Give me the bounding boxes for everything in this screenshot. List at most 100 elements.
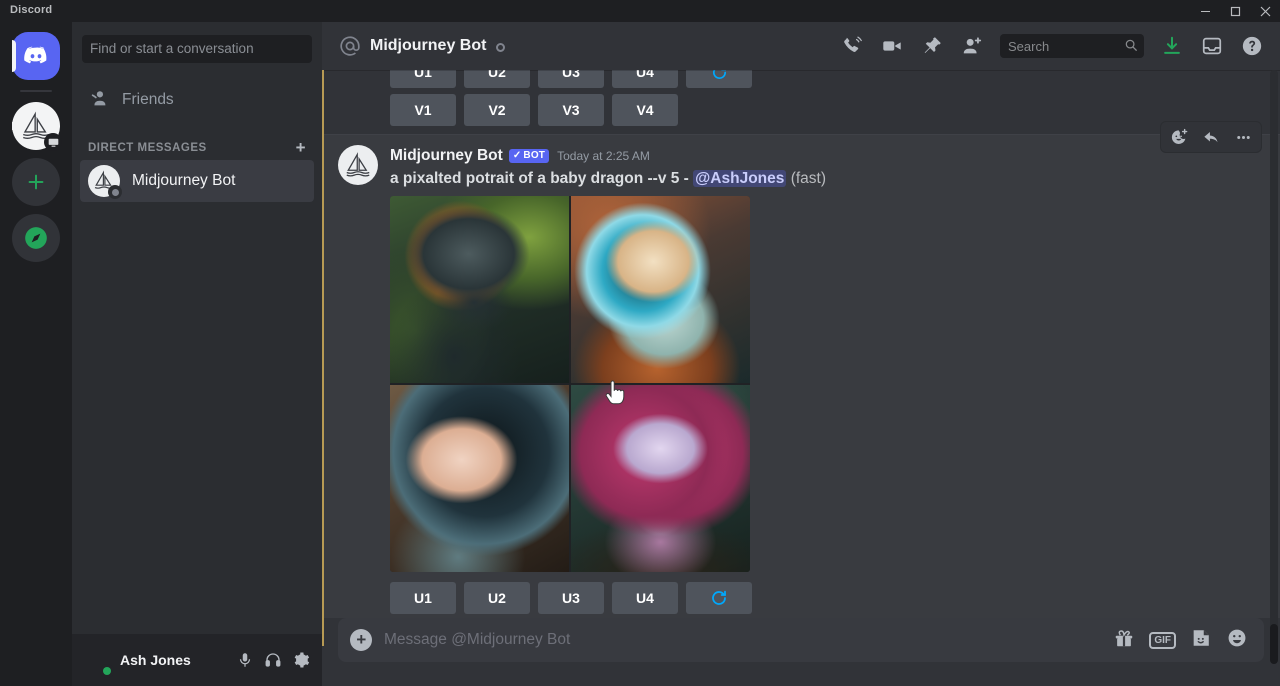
user-panel: Ash Jones [72, 634, 322, 686]
reply-arrow-icon[interactable] [1195, 123, 1227, 151]
plus-icon [12, 158, 60, 206]
upscale-u4-button[interactable]: U4 [612, 70, 678, 88]
status-badge [108, 185, 122, 199]
explore-servers-button[interactable] [12, 214, 60, 262]
refresh-icon [710, 589, 728, 607]
upscale-u1-button[interactable]: U1 [390, 581, 456, 614]
message-author[interactable]: Midjourney Bot [390, 147, 503, 166]
message-timestamp: Today at 2:25 AM [557, 149, 650, 164]
sidebar-item-label: Friends [122, 91, 174, 108]
bot-badge: ✓ BOT [508, 149, 550, 164]
message-scrollbar-thumb[interactable] [1270, 624, 1278, 664]
discord-window: Discord Find or start a conversation Fri… [0, 0, 1280, 686]
app-title: Discord [10, 4, 53, 16]
sidebar-item-label: Midjourney Bot [132, 172, 236, 189]
maximize-icon[interactable] [1220, 0, 1250, 22]
reroll-button[interactable] [686, 581, 752, 614]
previous-message-buttons: U1 U2 U3 U4 V1 V2 V3 V4 [322, 70, 1280, 134]
chat-area: Midjourney Bot Search U1 U2 U3 U4 V1 V2 … [322, 22, 1280, 686]
sidebar-item-midjourney[interactable] [12, 102, 62, 151]
current-username: Ash Jones [120, 652, 191, 668]
variation-v1-button[interactable]: V1 [390, 94, 456, 126]
upscale-button-row: U1 U2 U3 U4 [390, 581, 1264, 614]
gift-icon[interactable] [1113, 627, 1135, 654]
create-dm-button[interactable]: + [296, 139, 306, 156]
dragon-image-3[interactable] [390, 384, 569, 572]
variation-v4-button[interactable]: V4 [612, 94, 678, 126]
variation-v3-button[interactable]: V3 [538, 94, 604, 126]
composer-box[interactable]: + Message @Midjourney Bot GIF [338, 618, 1264, 662]
video-camera-icon[interactable] [872, 26, 912, 66]
avatar[interactable] [80, 644, 114, 678]
refresh-icon [711, 70, 728, 81]
composer-icons: GIF [1113, 627, 1248, 654]
headphones-icon[interactable] [260, 647, 286, 673]
message-composer: + Message @Midjourney Bot GIF [322, 618, 1280, 686]
reroll-button[interactable] [686, 70, 752, 88]
sidebar-item-midjourney-bot[interactable]: Midjourney Bot [80, 160, 314, 202]
window-controls [1190, 0, 1280, 22]
sidebar-item-home[interactable] [12, 32, 60, 80]
mouse-cursor [604, 380, 626, 411]
dm-list: Friends DIRECT MESSAGES + Midjourney Bot [72, 75, 322, 634]
user-mention[interactable]: @AshJones [693, 169, 787, 187]
search-input[interactable]: Find or start a conversation [82, 34, 312, 63]
message-content: a pixalted potrait of a baby dragon --v … [390, 169, 1264, 188]
sticker-icon[interactable] [1190, 627, 1212, 654]
variation-v2-button[interactable]: V2 [464, 94, 530, 126]
image-grid[interactable] [390, 195, 750, 572]
gear-icon[interactable] [288, 647, 314, 673]
online-status-badge [100, 664, 114, 678]
chat-header: Midjourney Bot Search [322, 22, 1280, 70]
message-list: U1 U2 U3 U4 V1 V2 V3 V4 Midjourney Bot ✓… [322, 70, 1280, 618]
page-title: Midjourney Bot [370, 37, 487, 54]
message-scrollbar-track[interactable] [1270, 70, 1278, 640]
upscale-u4-button[interactable]: U4 [612, 581, 678, 614]
title-bar: Discord [0, 0, 1280, 22]
upscale-u3-button[interactable]: U3 [538, 581, 604, 614]
server-rail [0, 22, 72, 686]
server-activity-badge [44, 133, 62, 151]
upscale-u2-button[interactable]: U2 [464, 581, 530, 614]
upscale-u3-button[interactable]: U3 [538, 70, 604, 88]
add-person-icon[interactable] [952, 26, 992, 66]
message-input[interactable]: Message @Midjourney Bot [384, 631, 1113, 649]
verified-check-icon: ✓ [512, 150, 522, 162]
window-edge-highlight [322, 70, 324, 646]
avatar[interactable] [338, 145, 378, 185]
sidebar-item-friends[interactable]: Friends [80, 79, 314, 121]
dragon-image-4[interactable] [571, 384, 750, 572]
dragon-image-2[interactable] [571, 195, 750, 383]
microphone-icon[interactable] [232, 647, 258, 673]
plus-circle-icon[interactable]: + [338, 618, 384, 662]
add-server-button[interactable] [12, 158, 60, 206]
compass-icon [12, 214, 60, 262]
download-icon[interactable] [1152, 26, 1192, 66]
generation-mode: (fast) [790, 169, 826, 187]
chat-header-tools: Search [832, 26, 1272, 66]
user-panel-controls [232, 647, 314, 673]
search-input[interactable]: Search [1000, 34, 1144, 58]
bot-badge-label: BOT [523, 150, 546, 162]
close-icon[interactable] [1250, 0, 1280, 22]
phone-call-icon[interactable] [832, 26, 872, 66]
message-hover-toolbar [1160, 121, 1262, 153]
pin-icon[interactable] [912, 26, 952, 66]
conversation-search-wrap: Find or start a conversation [72, 22, 322, 75]
inbox-icon[interactable] [1192, 26, 1232, 66]
emoji-icon[interactable] [1226, 627, 1248, 654]
minimize-icon[interactable] [1190, 0, 1220, 22]
add-reaction-icon[interactable] [1163, 123, 1195, 151]
upscale-u1-button[interactable]: U1 [390, 70, 456, 88]
help-circle-icon[interactable] [1232, 26, 1272, 66]
variation-button-row: V1 V2 V3 V4 [390, 94, 1264, 126]
more-horizontal-icon[interactable] [1227, 123, 1259, 151]
dm-sidebar: Find or start a conversation Friends DIR… [72, 22, 322, 686]
gif-icon[interactable]: GIF [1149, 631, 1176, 649]
upscale-u2-button[interactable]: U2 [464, 70, 530, 88]
friends-icon [88, 87, 110, 114]
message: Midjourney Bot ✓ BOT Today at 2:25 AM a … [322, 121, 1280, 618]
search-icon [1124, 38, 1138, 55]
dragon-image-1[interactable] [390, 195, 569, 383]
upscale-button-row: U1 U2 U3 U4 [390, 70, 1264, 88]
